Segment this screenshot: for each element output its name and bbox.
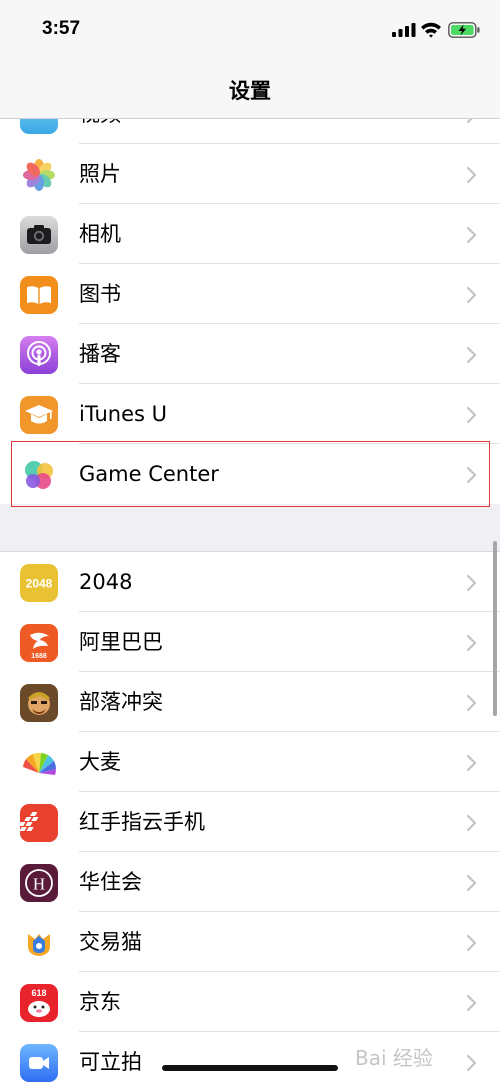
page-title: 设置 [229,79,271,103]
settings-row-label: 华住会 [79,870,142,894]
app-2048-icon-text: 2048 [26,577,53,591]
clips-icon [20,1044,58,1082]
settings-row-label: 交易猫 [79,930,142,954]
chevron-right-icon [466,574,477,592]
settings-group-system-apps: 视频 照片 [0,84,500,504]
settings-row-alibaba[interactable]: 1688 阿里巴巴 [0,612,500,672]
settings-row-itunes-u[interactable]: iTunes U [0,384,500,444]
chevron-right-icon [466,994,477,1012]
settings-row-label: 可立拍 [79,1050,142,1074]
settings-row-photos[interactable]: 照片 [0,144,500,204]
home-indicator[interactable] [162,1065,338,1071]
wifi-icon [421,22,441,38]
cellular-signal-icon [392,23,416,37]
settings-row-label: iTunes U [79,402,167,426]
chevron-right-icon [466,634,477,652]
watermark: Bai 经验 [355,1046,433,1070]
chevron-right-icon [466,286,477,304]
huazhu-icon: H [20,864,58,902]
settings-row-label: 大麦 [79,750,121,774]
jd-icon: 618 [20,984,58,1022]
chevron-right-icon [466,1054,477,1072]
chevron-right-icon [466,226,477,244]
settings-row-game-center[interactable]: Game Center [0,444,500,504]
damai-icon [20,744,58,782]
settings-row-clash-of-clans[interactable]: 部落冲突 [0,672,500,732]
settings-row-books[interactable]: 图书 [0,264,500,324]
navigation-bar: 设置 [0,60,500,119]
chevron-right-icon [466,406,477,424]
settings-row-jd[interactable]: 618 京东 [0,972,500,1032]
chevron-right-icon [466,466,477,484]
settings-row-camera[interactable]: 相机 [0,204,500,264]
jd-icon-text: 618 [31,988,46,998]
huazhu-icon-text: H [33,875,45,894]
chevron-right-icon [466,166,477,184]
settings-row-label: 红手指云手机 [79,810,205,834]
status-bar: 3:57 [0,0,500,60]
battery-charging-icon [448,22,480,38]
settings-row-label: 部落冲突 [79,690,163,714]
settings-row-huazhu[interactable]: H 华住会 [0,852,500,912]
photos-icon [20,156,58,194]
settings-row-jiaoyimao[interactable]: 交易猫 [0,912,500,972]
scrollbar[interactable] [493,541,497,716]
settings-row-label: 阿里巴巴 [79,630,163,654]
settings-row-podcasts[interactable]: 播客 [0,324,500,384]
settings-row-damai[interactable]: 大麦 [0,732,500,792]
settings-row-label: 2048 [79,570,133,594]
settings-row-redfinger[interactable]: 红手指云手机 [0,792,500,852]
settings-row-label: Game Center [79,462,219,486]
redfinger-icon [20,804,58,842]
itunes-u-icon [20,396,58,434]
clash-of-clans-icon [20,684,58,722]
app-2048-icon: 2048 [20,564,58,602]
settings-row-2048[interactable]: 2048 2048 [0,552,500,612]
alibaba-icon-text: 1688 [31,653,47,660]
game-center-icon [20,456,58,494]
settings-row-label: 照片 [79,162,121,186]
status-time: 3:57 [42,18,81,39]
camera-icon [20,216,58,254]
settings-group-third-party-apps: 2048 2048 1688 阿里巴巴 部落冲突 大麦 红手指云手机 H 华住会… [0,551,500,1092]
settings-row-label: 图书 [79,282,121,306]
chevron-right-icon [466,814,477,832]
podcasts-icon [20,336,58,374]
books-icon [20,276,58,314]
settings-row-label: 播客 [79,342,121,366]
jiaoyimao-icon [20,924,58,962]
chevron-right-icon [466,874,477,892]
chevron-right-icon [466,694,477,712]
chevron-right-icon [466,934,477,952]
chevron-right-icon [466,754,477,772]
alibaba-icon: 1688 [20,624,58,662]
chevron-right-icon [466,346,477,364]
settings-row-label: 京东 [79,990,121,1014]
settings-row-label: 相机 [79,222,121,246]
